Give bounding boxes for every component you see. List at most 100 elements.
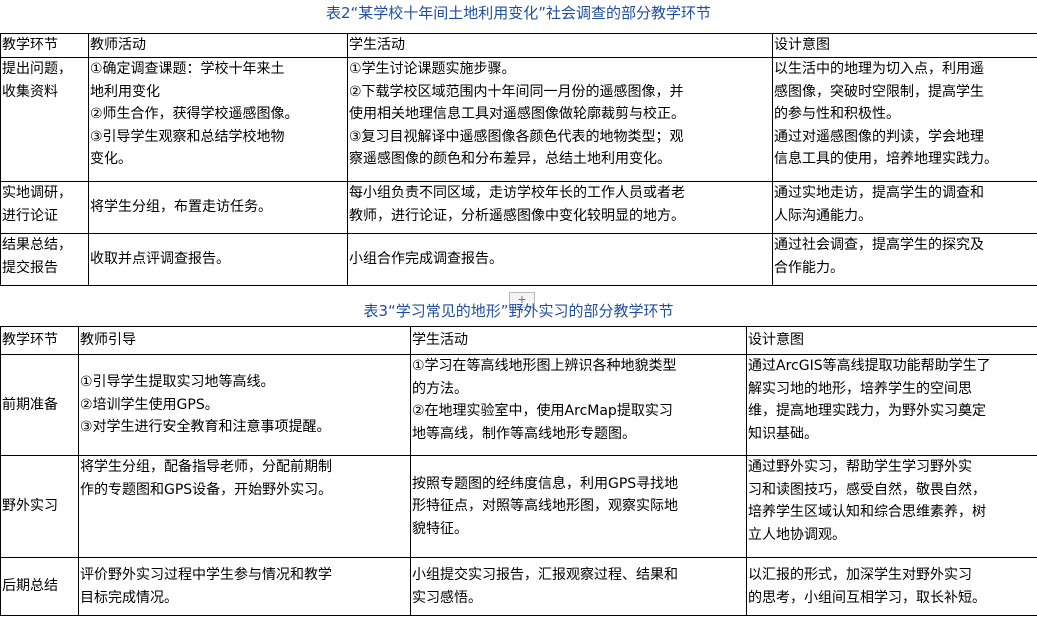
cell-line: 提交报告 bbox=[2, 259, 58, 276]
cell-line: ②在地理实验室中，使用ArcMap提取实习 bbox=[412, 403, 673, 419]
table2-caption: 表2“某学校十年间土地利用变化”社会调查的部分教学环节 bbox=[325, 4, 712, 22]
table-cell: 提出问题， 收集资料 bbox=[0, 57, 89, 182]
table-cell: 将学生分组，布置走访任务。 bbox=[88, 181, 348, 234]
cell-line: 地利用变化 bbox=[90, 83, 160, 100]
cell-line: 前期准备 bbox=[2, 396, 58, 413]
cell-line: 收取并点评调查报告。 bbox=[90, 251, 230, 268]
cell-line: 每小组负责不同区域，走访学校年长的工作人员或者老 bbox=[349, 185, 685, 201]
table-cell: ①引导学生提取实习地等高线。 ②培训学生使用GPS。 ③对学生进行安全教育和注意事项… bbox=[78, 354, 411, 456]
table-cell: 前期准备 bbox=[0, 354, 79, 456]
cell-line: 维，提高地理实践力，为野外实习奠定 bbox=[748, 403, 986, 419]
cell-line: 将学生分组，布置走访任务。 bbox=[90, 199, 272, 216]
cell-line: 以生活中的地理为切入点，利用遥 bbox=[774, 61, 984, 77]
table-cell: 评价野外实习过程中学生参与情况和教学 目标完成情况。 bbox=[78, 557, 411, 616]
cell-line: ①确定调查课题：学校十年来土 bbox=[90, 61, 285, 77]
cell-line: 通过实地走访，提高学生的调查和 bbox=[774, 185, 984, 201]
cell-line: 通过野外实习，帮助学生学习野外实 bbox=[748, 459, 972, 475]
table-cell: 野外实习 bbox=[0, 455, 79, 558]
header-cell: 教师引导 bbox=[78, 326, 411, 355]
cell-line: 习和读图技巧，感受自然，敬畏自然， bbox=[748, 481, 986, 498]
cell-line: 人际沟通能力。 bbox=[774, 207, 872, 224]
cell-line: 收集资料 bbox=[2, 83, 58, 100]
table-cell: 通过社会调查，提高学生的探究及 合作能力。 bbox=[772, 233, 1037, 286]
table2-header-row: 教学环节 教师活动 学生活动 设计意图 bbox=[0, 33, 1037, 58]
header-cell: 学生活动 bbox=[410, 326, 747, 355]
cell-line: 教师，进行论证，分析遥感图像中变化较明显的地方。 bbox=[349, 207, 685, 224]
table-row: 前期准备 ①引导学生提取实习地等高线。 ②培训学生使用GPS。 ③对学生进行安全教育… bbox=[0, 354, 1037, 456]
cell-line: 培养学生区域认知和综合思维素养，树 bbox=[748, 504, 986, 520]
table-cell: 收取并点评调查报告。 bbox=[88, 233, 348, 286]
cell-line: 感图像，突破时空限制，提高学生 bbox=[774, 83, 984, 100]
cell-line: 貌特征。 bbox=[412, 520, 468, 537]
cell-line: 立人地协调观。 bbox=[748, 526, 846, 543]
cell-line: 小组提交实习报告，汇报观察过程、结果和 bbox=[412, 567, 678, 583]
table3-teaching-steps: 教学环节 教师引导 学生活动 设计意图 前期准备 ①引导学生提取实习地等高线。 ②… bbox=[0, 326, 1037, 616]
header-cell: 教师活动 bbox=[88, 33, 348, 58]
cell-line: 实习感悟。 bbox=[412, 589, 482, 606]
cell-line: 进行论证 bbox=[2, 207, 58, 224]
cell-line: 知识基础。 bbox=[748, 425, 818, 442]
cell-line: ①学习在等高线地形图上辨识各种地貌类型 bbox=[412, 358, 677, 374]
cell-line: 以汇报的形式，加深学生对野外实习 bbox=[748, 567, 972, 583]
cell-line: 解实习地的地形，培养学生的空间思 bbox=[748, 380, 972, 397]
cell-line: 按照专题图的经纬度信息，利用GPS寻找地 bbox=[412, 475, 679, 492]
table-row: 结果总结， 提交报告 收取并点评调查报告。 小组合作完成调查报告。 通过社会调查，… bbox=[0, 233, 1037, 286]
cell-line: ②培训学生使用GPS。 bbox=[80, 396, 219, 413]
cell-line: 评价野外实习过程中学生参与情况和教学 bbox=[80, 567, 332, 583]
cell-line: 实地调研， bbox=[2, 185, 72, 201]
header-cell: 学生活动 bbox=[347, 33, 773, 58]
cell-line: ③引导学生观察和总结学校地物 bbox=[90, 128, 285, 145]
cell-line: 变化。 bbox=[90, 151, 132, 167]
table-cell: 通过ArcGIS等高线提取功能帮助学生了 解实习地的地形，培养学生的空间思 维，提高… bbox=[746, 354, 1037, 456]
header-cell: 设计意图 bbox=[746, 326, 1037, 355]
cell-line: 的方法。 bbox=[412, 380, 468, 397]
header-cell: 设计意图 bbox=[772, 33, 1037, 58]
cell-line: 通过ArcGIS等高线提取功能帮助学生了 bbox=[748, 358, 991, 374]
table-row: 实地调研， 进行论证 将学生分组，布置走访任务。 每小组负责不同区域，走访学校年长… bbox=[0, 181, 1037, 234]
table-cell: ①学生讨论课题实施步骤。 ②下载学校区域范围内十年间同一月份的遥感图像，并 使用相关… bbox=[347, 57, 773, 182]
cell-line: ②下载学校区域范围内十年间同一月份的遥感图像，并 bbox=[349, 83, 684, 100]
table-cell: 后期总结 bbox=[0, 557, 79, 616]
header-cell: 教学环节 bbox=[0, 326, 79, 355]
table-cell: 小组提交实习报告，汇报观察过程、结果和 实习感悟。 bbox=[410, 557, 747, 616]
cell-line: 目标完成情况。 bbox=[80, 589, 178, 606]
table-row: 后期总结 评价野外实习过程中学生参与情况和教学 目标完成情况。 小组提交实习报告，… bbox=[0, 557, 1037, 616]
cell-line: 地等高线，制作等高线地形专题图。 bbox=[412, 425, 636, 442]
table-cell: ①学习在等高线地形图上辨识各种地貌类型 的方法。 ②在地理实验室中，使用ArcMap… bbox=[410, 354, 747, 456]
cell-line: 结果总结， bbox=[2, 237, 72, 253]
cell-line: 的思考，小组间互相学习，取长补短。 bbox=[748, 589, 986, 606]
cell-line: 通过社会调查，提高学生的探究及 bbox=[774, 237, 984, 253]
table-cell: 结果总结， 提交报告 bbox=[0, 233, 89, 286]
cell-line: 作的专题图和GPS设备，开始野外实习。 bbox=[80, 481, 333, 498]
cell-line: 小组合作完成调查报告。 bbox=[349, 251, 503, 268]
table3-header-row: 教学环节 教师引导 学生活动 设计意图 bbox=[0, 326, 1037, 355]
cell-line: ①引导学生提取实习地等高线。 bbox=[80, 374, 275, 391]
cell-line: 形特征点，对照等高线地形图，观察实际地 bbox=[412, 498, 678, 515]
cell-line: ③对学生进行安全教育和注意事项提醒。 bbox=[80, 419, 331, 436]
table-cell: 通过实地走访，提高学生的调查和 人际沟通能力。 bbox=[772, 181, 1037, 234]
table-cell: 按照专题图的经纬度信息，利用GPS寻找地 形特征点，对照等高线地形图，观察实际地貌… bbox=[410, 455, 747, 558]
cell-line: 将学生分组，配备指导老师，分配前期制 bbox=[80, 459, 332, 475]
cell-line: 野外实习 bbox=[2, 498, 58, 515]
table-cell: 以汇报的形式，加深学生对野外实习 的思考，小组间互相学习，取长补短。 bbox=[746, 557, 1037, 616]
cell-line: 察遥感图像的颜色和分布差异，总结土地利用变化。 bbox=[349, 151, 671, 167]
table3-caption: 表3“学习常见的地形”野外实习的部分教学环节 bbox=[363, 302, 674, 320]
table-cell: 实地调研， 进行论证 bbox=[0, 181, 89, 234]
table-row: 野外实习 将学生分组，配备指导老师，分配前期制 作的专题图和GPS设备，开始野外实… bbox=[0, 455, 1037, 558]
table-cell: 以生活中的地理为切入点，利用遥 感图像，突破时空限制，提高学生 的参与性和积极性。通… bbox=[772, 57, 1037, 182]
cell-line: 的参与性和积极性。 bbox=[774, 106, 900, 122]
cell-line: 使用相关地理信息工具对遥感图像做轮廓裁剪与校正。 bbox=[349, 106, 685, 122]
table2-teaching-steps: 教学环节 教师活动 学生活动 设计意图 提出问题， 收集资料 ①确定调查课题：学校… bbox=[0, 33, 1037, 286]
table-cell: 将学生分组，配备指导老师，分配前期制 作的专题图和GPS设备，开始野外实习。 bbox=[78, 455, 411, 558]
cell-line: 后期总结 bbox=[2, 578, 58, 595]
cell-line: ②师生合作，获得学校遥感图像。 bbox=[90, 106, 299, 122]
table-cell: 每小组负责不同区域，走访学校年长的工作人员或者老 教师，进行论证，分析遥感图像中变… bbox=[347, 181, 773, 234]
cell-line: ①学生讨论课题实施步骤。 bbox=[349, 61, 516, 77]
table-cell: 通过野外实习，帮助学生学习野外实 习和读图技巧，感受自然，敬畏自然， 培养学生区域认… bbox=[746, 455, 1037, 558]
cell-line: ③复习目视解译中遥感图像各颜色代表的地物类型；观 bbox=[349, 128, 684, 145]
cell-line: 提出问题， bbox=[2, 61, 72, 77]
header-cell: 教学环节 bbox=[0, 33, 89, 58]
cell-line: 信息工具的使用，培养地理实践力。 bbox=[774, 151, 998, 167]
table-cell: ①确定调查课题：学校十年来土 地利用变化 ②师生合作，获得学校遥感图像。 ③引导学生观… bbox=[88, 57, 348, 182]
table-cell: 小组合作完成调查报告。 bbox=[347, 233, 773, 286]
